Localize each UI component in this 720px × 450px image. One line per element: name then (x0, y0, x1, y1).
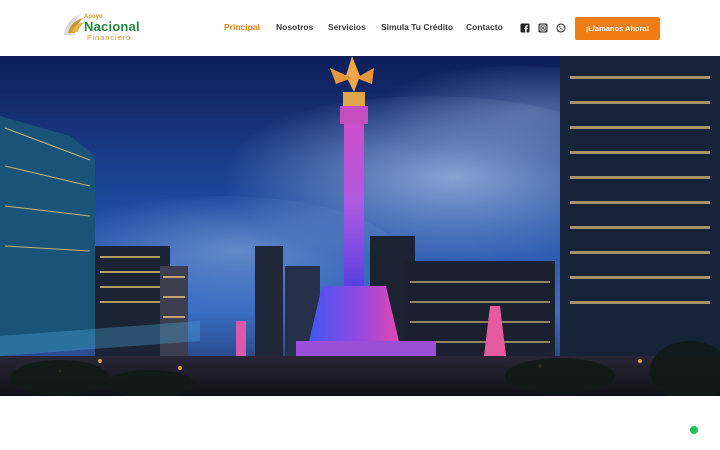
facebook-icon[interactable] (520, 23, 530, 33)
angel-de-la-independencia-photo (0, 56, 720, 396)
nav-item-servicios[interactable]: Servicios (328, 22, 366, 32)
nav-item-principal[interactable]: Principal (224, 22, 260, 32)
whatsapp-icon[interactable] (556, 23, 566, 33)
logo-main-text: Nacional (84, 19, 140, 34)
logo[interactable]: Apoyo Nacional Financiero (62, 13, 152, 42)
nav-item-contacto[interactable]: Contacto (466, 22, 503, 32)
nav-item-simula-tu-credito[interactable]: Simula Tu Crédito (381, 22, 453, 32)
logo-sub-text: Financiero (87, 33, 132, 42)
call-now-button[interactable]: ¡Llamanos Ahora! (575, 17, 660, 40)
content-area (0, 396, 720, 450)
whatsapp-chat-icon[interactable] (690, 426, 698, 434)
site-header: Apoyo Nacional Financiero Principal Noso… (0, 0, 720, 56)
nav-item-nosotros[interactable]: Nosotros (276, 22, 313, 32)
hero-banner (0, 56, 720, 396)
instagram-icon[interactable] (538, 23, 548, 33)
